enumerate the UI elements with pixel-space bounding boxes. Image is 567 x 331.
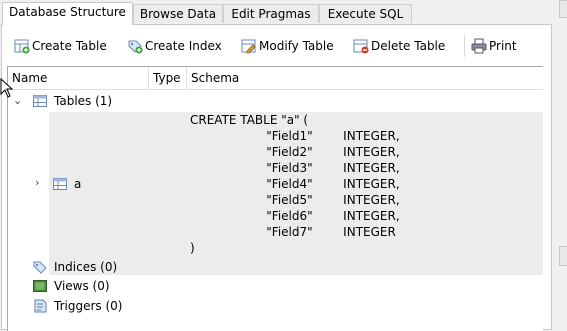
tree-item-tables[interactable]: ⌄ Tables (1) <box>8 91 543 111</box>
schema-tree-view[interactable]: Name Type Schema ⌄ Tables (1) › a CREATE… <box>7 66 543 331</box>
chevron-down-icon[interactable]: ⌄ <box>13 91 22 111</box>
schema-line: "Field5" INTEGER, <box>190 193 400 207</box>
schema-line: ) <box>190 241 195 255</box>
trigger-icon <box>33 299 47 313</box>
create-table-icon <box>14 38 30 54</box>
dock-panel-edge <box>559 0 567 18</box>
view-icon <box>33 279 47 293</box>
create-table-button[interactable]: Create Table <box>14 37 107 55</box>
toolbar: Create Table Create Index Modify Table D… <box>2 25 551 65</box>
create-index-label: Create Index <box>145 39 222 53</box>
adjacent-dock-edge <box>553 0 567 330</box>
chevron-right-icon[interactable]: › <box>35 176 39 189</box>
mouse-cursor-icon <box>0 77 14 98</box>
dock-panel-edge <box>559 246 567 266</box>
views-label: Views (0) <box>54 279 110 293</box>
tree-item-indices[interactable]: Indices (0) <box>8 257 543 277</box>
toolbar-separator <box>464 35 465 57</box>
tab-database-structure[interactable]: Database Structure <box>2 2 133 25</box>
modify-table-label: Modify Table <box>259 39 334 53</box>
index-icon <box>33 260 47 274</box>
create-index-icon <box>127 38 143 54</box>
column-header-type[interactable]: Type <box>148 67 186 89</box>
column-header-schema[interactable]: Schema <box>186 67 543 89</box>
schema-line: "Field6" INTEGER, <box>190 209 400 223</box>
schema-line: "Field3" INTEGER, <box>190 161 400 175</box>
schema-line: CREATE TABLE "a" ( <box>190 113 309 127</box>
printer-icon <box>471 38 487 54</box>
delete-table-icon <box>353 38 369 54</box>
print-label: Print <box>489 39 517 53</box>
tab-execute-sql[interactable]: Execute SQL <box>319 4 412 23</box>
modify-table-button[interactable]: Modify Table <box>241 37 334 55</box>
print-button[interactable]: Print <box>471 37 517 55</box>
triggers-label: Triggers (0) <box>54 299 123 313</box>
schema-line: "Field2" INTEGER, <box>190 145 400 159</box>
create-index-button[interactable]: Create Index <box>127 37 222 55</box>
tables-label: Tables (1) <box>54 94 113 108</box>
tab-edit-pragmas[interactable]: Edit Pragmas <box>223 4 319 23</box>
indices-label: Indices (0) <box>54 260 118 274</box>
delete-table-button[interactable]: Delete Table <box>353 37 445 55</box>
tab-bar: Database Structure Browse Data Edit Prag… <box>0 0 553 25</box>
tab-browse-data[interactable]: Browse Data <box>133 4 223 23</box>
modify-table-icon <box>241 38 257 54</box>
tree-item-triggers[interactable]: Triggers (0) <box>8 296 543 316</box>
tree-header: Name Type Schema <box>8 67 543 90</box>
table-icon <box>53 177 67 191</box>
schema-line: "Field4" INTEGER, <box>190 177 400 191</box>
schema-line: "Field1" INTEGER, <box>190 129 400 143</box>
tree-item-views[interactable]: Views (0) <box>8 276 543 296</box>
delete-table-label: Delete Table <box>371 39 446 53</box>
table-a-name: a <box>74 177 82 191</box>
schema-line: "Field7" INTEGER <box>190 225 396 239</box>
column-header-name[interactable]: Name <box>8 67 148 89</box>
create-table-label: Create Table <box>32 39 107 53</box>
tables-icon <box>33 94 47 108</box>
